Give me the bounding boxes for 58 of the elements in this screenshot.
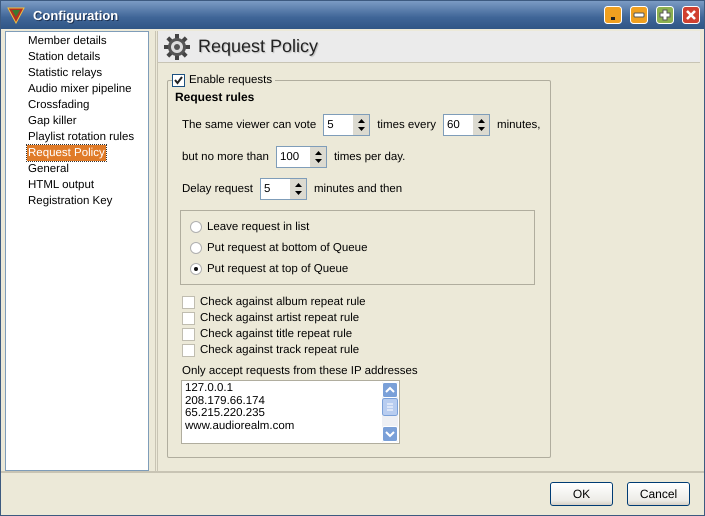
radio-button[interactable]	[190, 242, 202, 254]
scroll-up-icon[interactable]	[382, 382, 398, 398]
ip-entry: 65.215.220.235	[185, 407, 266, 420]
spin-field[interactable]: 5	[323, 114, 370, 136]
checkbox-label: Check against title repeat rule	[200, 328, 352, 340]
radio-button[interactable]	[190, 263, 202, 275]
rule-text: but no more than	[182, 151, 269, 163]
radio-label: Put request at top of Queue	[207, 263, 348, 275]
gear-icon	[162, 32, 192, 62]
sidebar-item[interactable]: Statistic relays	[27, 65, 104, 81]
checkbox[interactable]	[182, 296, 195, 308]
enable-checkbox[interactable]	[172, 74, 185, 86]
scroll-thumb-icon[interactable]	[382, 398, 398, 416]
sidebar-item[interactable]: Gap killer	[27, 113, 78, 129]
ip-list-field[interactable]: 127.0.0.1 208.179.66.174 65.215.220.235 www.audiorealm.com	[181, 380, 400, 444]
radio-label: Put request at bottom of Queue	[207, 242, 368, 254]
sidebar-item[interactable]: Member details	[27, 33, 108, 49]
logo-icon	[7, 6, 25, 24]
page-title: Request Policy	[198, 36, 318, 57]
spin-field[interactable]: 100	[276, 146, 327, 168]
sidebar-item[interactable]: General	[27, 161, 70, 177]
rule-text: The same viewer can vote	[182, 119, 316, 131]
sidebar-item[interactable]: Crossfading	[27, 97, 90, 113]
window-title: Configuration	[33, 8, 120, 22]
scrollbar[interactable]	[382, 382, 398, 442]
scroll-down-icon[interactable]	[382, 426, 398, 442]
ip-entry: www.audiorealm.com	[185, 420, 296, 432]
checkbox-label: Enable requests	[189, 74, 272, 86]
rule-text: Delay request	[182, 183, 253, 195]
sidebar-item[interactable]: Playlist rotation rules	[27, 129, 136, 145]
checkbox[interactable]	[182, 344, 195, 356]
checkbox[interactable]	[182, 312, 195, 324]
checkbox-label: Check against track repeat rule	[200, 344, 360, 356]
dialog-button[interactable]: Cancel	[627, 482, 690, 506]
restore-icon[interactable]	[630, 6, 648, 24]
rule-text: times per day.	[334, 151, 406, 163]
checkbox[interactable]	[182, 328, 195, 340]
close-icon[interactable]	[682, 6, 700, 24]
checkbox-label: Check against album repeat rule	[200, 296, 366, 308]
maximize-icon[interactable]	[656, 6, 674, 24]
rule-text: times every	[377, 119, 436, 131]
sidebar-item[interactable]: Station details	[27, 49, 102, 65]
sidebar-item[interactable]: Audio mixer pipeline	[27, 81, 133, 97]
spin-field[interactable]: 60	[443, 114, 490, 136]
ip-entry: 127.0.0.1	[185, 382, 234, 394]
sidebar-item[interactable]: HTML output	[27, 177, 96, 193]
dialog-button[interactable]: OK	[550, 482, 613, 506]
radio-label: Leave request in list	[207, 221, 310, 233]
rule-text: minutes and then	[314, 183, 402, 195]
spin-field[interactable]: 5	[260, 178, 307, 200]
section-title: Request rules	[175, 90, 256, 104]
sidebar-item[interactable]: Registration Key	[27, 193, 114, 209]
checkbox-label: Check against artist repeat rule	[200, 312, 360, 324]
minimize-icon[interactable]	[604, 6, 622, 24]
ip-entry: 208.179.66.174	[185, 394, 266, 407]
rule-text: minutes,	[497, 119, 540, 131]
ip-list-label: Only accept requests from these IP addresses	[182, 365, 419, 377]
radio-button[interactable]	[190, 221, 202, 233]
